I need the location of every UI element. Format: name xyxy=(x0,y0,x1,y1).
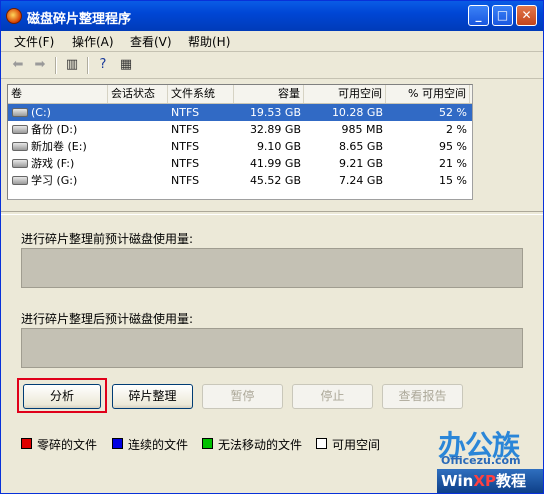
fragmented-legend-swatch xyxy=(21,438,32,449)
defragment-button[interactable]: 碎片整理 xyxy=(112,384,193,409)
volume-capacity: 19.53 GB xyxy=(249,106,301,119)
volume-free: 985 MB xyxy=(341,123,383,136)
volume-free: 7.24 GB xyxy=(338,174,383,187)
drive-icon xyxy=(12,159,28,168)
volume-status xyxy=(108,172,168,189)
drive-icon xyxy=(12,142,28,151)
analyze-button[interactable]: 分析 xyxy=(23,384,101,409)
volume-name: 游戏 (F:) xyxy=(31,157,75,170)
title-bar[interactable]: 磁盘碎片整理程序 _ □ ✕ xyxy=(1,1,543,31)
toolbar: ⬅ ➡ ▥ ? ▦ xyxy=(1,52,543,79)
properties-icon[interactable]: ▦ xyxy=(118,57,134,73)
volume-free: 8.65 GB xyxy=(338,140,383,153)
volume-status xyxy=(108,121,168,138)
after-usage-display xyxy=(21,328,523,368)
after-usage-label: 进行碎片整理后预计磁盘使用量: xyxy=(21,312,194,326)
menu-file[interactable]: 文件(F) xyxy=(14,33,54,50)
contiguous-legend-swatch xyxy=(112,438,123,449)
toolbar-separator xyxy=(87,57,89,74)
volume-row[interactable]: (C:) NTFS 19.53 GB 10.28 GB 52 % xyxy=(8,104,472,121)
volume-fs: NTFS xyxy=(171,140,200,153)
show-hide-tree-icon[interactable]: ▥ xyxy=(64,57,80,73)
help-icon[interactable]: ? xyxy=(95,57,111,73)
volume-row[interactable]: 游戏 (F:) NTFS 41.99 GB 9.21 GB 21 % xyxy=(8,155,472,172)
menu-bar: 文件(F) 操作(A) 查看(V) 帮助(H) xyxy=(1,31,543,52)
close-button[interactable]: ✕ xyxy=(516,5,537,26)
column-percent-free[interactable]: % 可用空间 xyxy=(386,85,470,103)
volume-capacity: 32.89 GB xyxy=(249,123,301,136)
watermark-site: Officezu.com xyxy=(441,454,521,467)
column-free-space[interactable]: 可用空间 xyxy=(304,85,386,103)
drive-icon xyxy=(12,176,28,185)
volume-row[interactable]: 新加卷 (E:) NTFS 9.10 GB 8.65 GB 95 % xyxy=(8,138,472,155)
view-report-button[interactable]: 查看报告 xyxy=(382,384,463,409)
unmovable-legend-swatch xyxy=(202,438,213,449)
window-title: 磁盘碎片整理程序 xyxy=(27,12,132,27)
menu-view[interactable]: 查看(V) xyxy=(130,33,172,50)
volume-fs: NTFS xyxy=(171,106,200,119)
drive-icon xyxy=(12,108,28,117)
toolbar-separator xyxy=(55,57,57,74)
volume-status xyxy=(108,138,168,155)
minimize-button[interactable]: _ xyxy=(468,5,489,26)
drive-icon xyxy=(12,125,28,134)
volume-capacity: 41.99 GB xyxy=(249,157,301,170)
defrag-app-icon xyxy=(6,8,22,24)
volume-percent: 2 % xyxy=(446,123,467,136)
pause-button[interactable]: 暂停 xyxy=(202,384,283,409)
volume-row[interactable]: 学习 (G:) NTFS 45.52 GB 7.24 GB 15 % xyxy=(8,172,472,189)
pane-divider[interactable] xyxy=(1,211,543,215)
volume-free: 10.28 GB xyxy=(331,106,383,119)
volume-status xyxy=(108,104,168,121)
volume-capacity: 45.52 GB xyxy=(249,174,301,187)
column-file-system[interactable]: 文件系统 xyxy=(168,85,234,103)
contiguous-legend-label: 连续的文件 xyxy=(128,438,189,452)
volume-status xyxy=(108,155,168,172)
defrag-window: 磁盘碎片整理程序 _ □ ✕ 文件(F) 操作(A) 查看(V) 帮助(H) ⬅… xyxy=(0,0,544,494)
maximize-button[interactable]: □ xyxy=(492,5,513,26)
volume-fs: NTFS xyxy=(171,157,200,170)
stop-button[interactable]: 停止 xyxy=(292,384,373,409)
free-space-legend-label: 可用空间 xyxy=(332,438,381,452)
volume-name: 学习 (G:) xyxy=(31,174,78,187)
volume-row[interactable]: 备份 (D:) NTFS 32.89 GB 985 MB 2 % xyxy=(8,121,472,138)
volume-percent: 52 % xyxy=(439,106,467,119)
watermark-banner: WinXP教程 xyxy=(437,469,543,493)
volume-list[interactable]: 卷 会话状态 文件系统 容量 可用空间 % 可用空间 (C:) NTFS 19.… xyxy=(7,84,473,200)
watermark-xp: XP xyxy=(473,472,496,490)
volume-fs: NTFS xyxy=(171,174,200,187)
volume-list-header: 卷 会话状态 文件系统 容量 可用空间 % 可用空间 xyxy=(8,85,472,104)
column-capacity[interactable]: 容量 xyxy=(234,85,304,103)
volume-percent: 95 % xyxy=(439,140,467,153)
forward-arrow-icon[interactable]: ➡ xyxy=(32,57,48,73)
menu-help[interactable]: 帮助(H) xyxy=(188,33,230,50)
volume-fs: NTFS xyxy=(171,123,200,136)
column-volume[interactable]: 卷 xyxy=(8,85,108,103)
unmovable-legend-label: 无法移动的文件 xyxy=(218,438,303,452)
watermark-suffix: 教程 xyxy=(495,472,526,490)
fragmented-legend-label: 零碎的文件 xyxy=(37,438,98,452)
volume-name: 备份 (D:) xyxy=(31,123,78,136)
back-arrow-icon[interactable]: ⬅ xyxy=(10,57,26,73)
menu-action[interactable]: 操作(A) xyxy=(72,33,114,50)
before-usage-label: 进行碎片整理前预计磁盘使用量: xyxy=(21,232,194,246)
column-session-status[interactable]: 会话状态 xyxy=(108,85,168,103)
volume-percent: 15 % xyxy=(439,174,467,187)
volume-name: 新加卷 (E:) xyxy=(31,140,87,153)
volume-free: 9.21 GB xyxy=(338,157,383,170)
free-space-legend-swatch xyxy=(316,438,327,449)
volume-capacity: 9.10 GB xyxy=(256,140,301,153)
volume-name: (C:) xyxy=(31,106,51,119)
watermark-win: Win xyxy=(441,472,474,490)
before-usage-display xyxy=(21,248,523,288)
volume-percent: 21 % xyxy=(439,157,467,170)
